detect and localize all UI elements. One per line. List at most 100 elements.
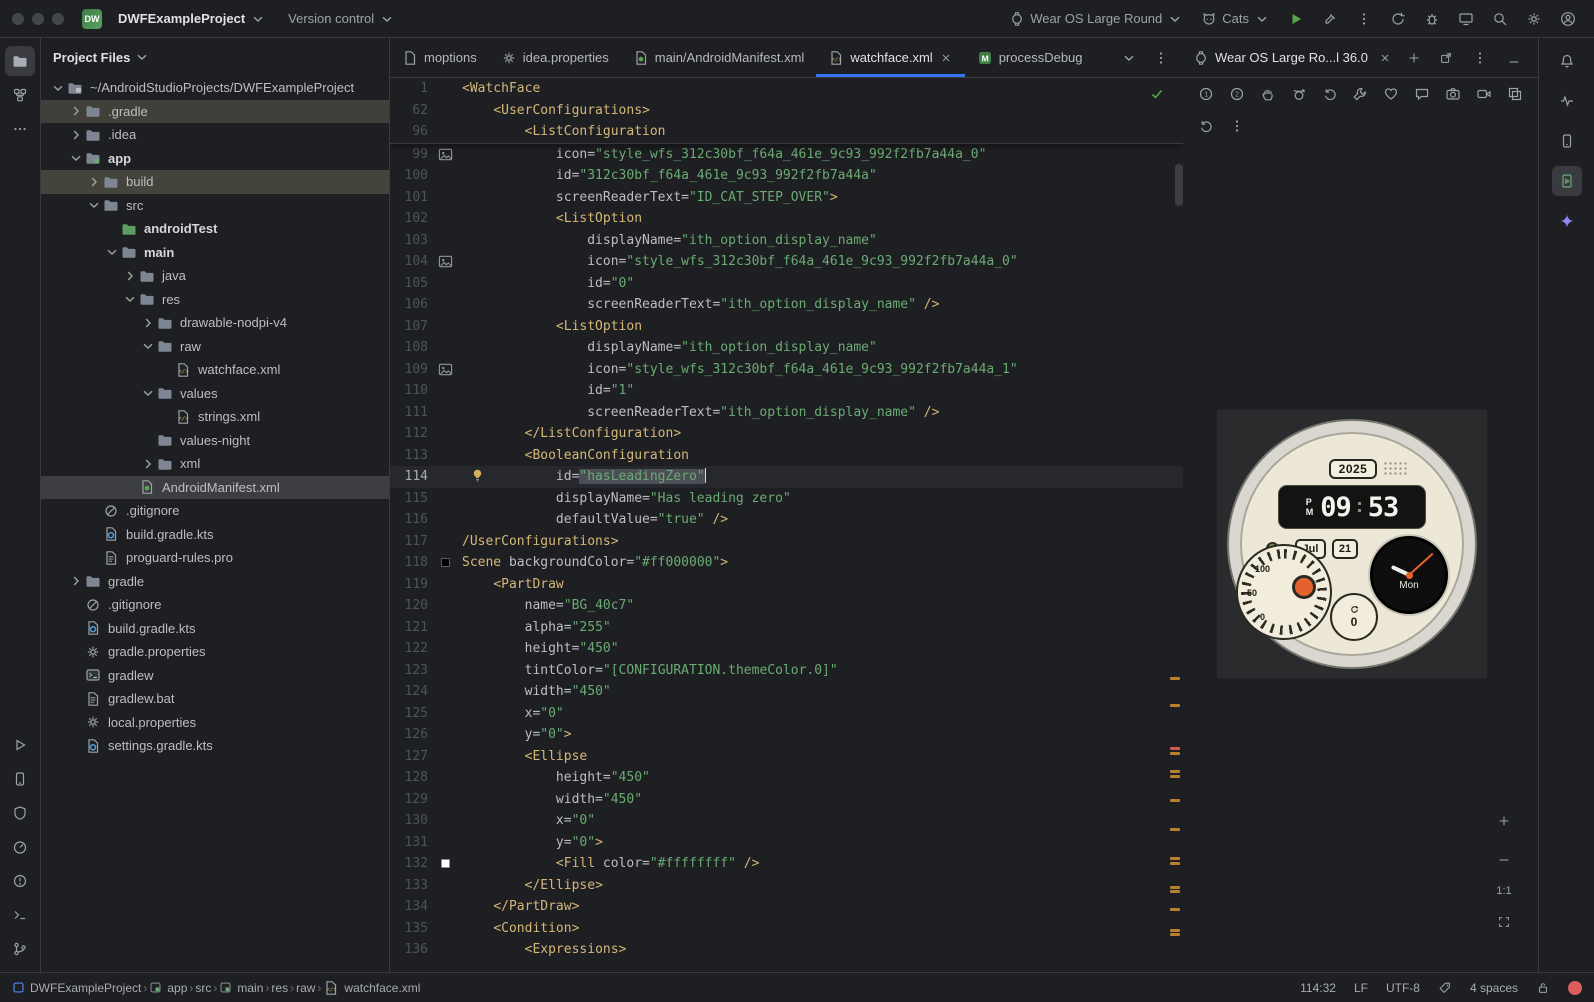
tree-item-watchface-xml[interactable]: </> watchface.xml xyxy=(41,358,389,382)
breadcrumb-src[interactable]: src xyxy=(195,981,211,995)
code-line-135[interactable]: 135 <Condition> xyxy=(390,918,1183,940)
error-stripe-mark[interactable] xyxy=(1170,933,1180,936)
profiler-wave-icon[interactable] xyxy=(1552,86,1582,116)
tree-item-proguard-rules-pro[interactable]: proguard-rules.pro xyxy=(41,546,389,570)
project-folder-icon[interactable] xyxy=(5,46,35,76)
line-separator[interactable]: LF xyxy=(1354,981,1368,995)
error-stripe-mark[interactable] xyxy=(1170,886,1180,889)
code-line-115[interactable]: 115 displayName="Has leading zero" xyxy=(390,488,1183,510)
gemini-icon[interactable] xyxy=(1552,206,1582,236)
hide-panel-icon[interactable] xyxy=(1500,44,1528,72)
code-line-102[interactable]: 102 <ListOption xyxy=(390,208,1183,230)
tab-idea-properties[interactable]: idea.properties xyxy=(489,38,621,77)
lock-icon[interactable] xyxy=(1536,981,1550,995)
image-gutter-icon[interactable] xyxy=(434,144,456,166)
image-gutter-icon[interactable] xyxy=(434,251,456,273)
code-line-126[interactable]: 126 y="0"> xyxy=(390,724,1183,746)
code-line-125[interactable]: 125 x="0" xyxy=(390,703,1183,725)
tree-item-gitignore[interactable]: .gitignore xyxy=(41,499,389,523)
tree-item-build-gradle-kts[interactable]: build.gradle.kts xyxy=(41,523,389,547)
tree-item-androidtest[interactable]: androidTest xyxy=(41,217,389,241)
error-stripe-mark[interactable] xyxy=(1170,775,1180,778)
code-line-130[interactable]: 130 x="0" xyxy=(390,810,1183,832)
tab-main-androidmanifest-xml[interactable]: main/AndroidManifest.xml xyxy=(621,38,817,77)
tree-item-xml[interactable]: xml xyxy=(41,452,389,476)
breadcrumb-res[interactable]: res xyxy=(271,981,288,995)
tree-item-gradlew[interactable]: gradlew xyxy=(41,664,389,688)
notifications-icon[interactable] xyxy=(1552,46,1582,76)
tree-item-res[interactable]: res xyxy=(41,288,389,312)
terminal-icon[interactable] xyxy=(5,900,35,930)
profiler-icon[interactable] xyxy=(5,832,35,862)
code-line-129[interactable]: 129 width="450" xyxy=(390,789,1183,811)
camera-icon[interactable] xyxy=(1442,83,1464,105)
code-line-62[interactable]: 62 <UserConfigurations> xyxy=(390,100,1183,122)
chevron-right-icon[interactable] xyxy=(67,103,84,119)
code-line-113[interactable]: 113 <BooleanConfiguration xyxy=(390,445,1183,467)
error-stripe-mark[interactable] xyxy=(1170,929,1180,932)
zoom-in-button[interactable] xyxy=(1490,807,1518,835)
code-line-100[interactable]: 100 id="312c30bf_f64a_461e_9c93_992f2fb7… xyxy=(390,165,1183,187)
tree-item-local-properties[interactable]: local.properties xyxy=(41,711,389,735)
code-line-96[interactable]: 96 <ListConfiguration xyxy=(390,121,1183,143)
error-indicator[interactable] xyxy=(1568,980,1582,995)
version-control-menu[interactable]: Version control xyxy=(282,8,401,30)
tab-processdebug[interactable]: MprocessDebug xyxy=(965,38,1095,77)
more-horizontal-icon[interactable] xyxy=(5,114,35,144)
breadcrumb-main[interactable]: main xyxy=(219,981,263,995)
error-stripe-mark[interactable] xyxy=(1170,770,1180,773)
tab-moptions[interactable]: moptions xyxy=(390,38,489,77)
breadcrumb-app[interactable]: app xyxy=(149,981,187,995)
more-vertical-icon[interactable] xyxy=(1350,5,1378,33)
build-icon[interactable] xyxy=(1316,5,1344,33)
error-stripe-mark[interactable] xyxy=(1170,862,1180,865)
more-vertical-icon[interactable] xyxy=(1466,44,1494,72)
indent-setting[interactable]: 4 spaces xyxy=(1470,981,1518,995)
code-line-131[interactable]: 131 y="0"> xyxy=(390,832,1183,854)
tree-item-strings-xml[interactable]: </> strings.xml xyxy=(41,405,389,429)
tree-item-drawable-nodpi-v4[interactable]: drawable-nodpi-v4 xyxy=(41,311,389,335)
tree-item-gradlew-bat[interactable]: gradlew.bat xyxy=(41,687,389,711)
code-line-124[interactable]: 124 width="450" xyxy=(390,681,1183,703)
breadcrumb-watchface-xml[interactable]: </> watchface.xml xyxy=(323,980,420,996)
swatch-black-gutter-icon[interactable] xyxy=(434,552,456,574)
code-line-132[interactable]: 132 <Fill color="#ffffffff" /> xyxy=(390,853,1183,875)
tree-item-raw[interactable]: raw xyxy=(41,335,389,359)
tree-item-settings-gradle-kts[interactable]: settings.gradle.kts xyxy=(41,734,389,758)
code-line-136[interactable]: 136 <Expressions> xyxy=(390,939,1183,961)
tilt-icon[interactable] xyxy=(1288,83,1310,105)
error-stripe-mark[interactable] xyxy=(1170,747,1180,750)
tree-item-gitignore[interactable]: .gitignore xyxy=(41,593,389,617)
run-configuration-selector[interactable]: Cats xyxy=(1195,8,1276,30)
window-controls[interactable] xyxy=(12,12,64,25)
code-line-101[interactable]: 101 screenReaderText="ID_CAT_STEP_OVER"> xyxy=(390,187,1183,209)
chevron-down-icon[interactable] xyxy=(103,244,120,260)
code-line-103[interactable]: 103 displayName="ith_option_display_name… xyxy=(390,230,1183,252)
file-encoding[interactable]: UTF-8 xyxy=(1386,981,1420,995)
code-line-121[interactable]: 121 alpha="255" xyxy=(390,617,1183,639)
code-line-104[interactable]: 104 icon="style_wfs_312c30bf_f64a_461e_9… xyxy=(390,251,1183,273)
code-line-111[interactable]: 111 screenReaderText="ith_option_display… xyxy=(390,402,1183,424)
project-panel-header[interactable]: Project Files xyxy=(41,38,389,76)
device-screen[interactable]: 2025 PM 09 53 Jul 21 Mon 100 50 0 0 xyxy=(1217,410,1487,678)
profiler-bug-icon[interactable] xyxy=(1418,5,1446,33)
error-stripe-mark[interactable] xyxy=(1170,677,1180,680)
zoom-out-button[interactable] xyxy=(1490,846,1518,874)
chevron-right-icon[interactable] xyxy=(67,573,84,589)
chevron-right-icon[interactable] xyxy=(139,456,156,472)
editor[interactable]: 1 <WatchFace 62 <UserConfigurations> 96 <Li… xyxy=(390,78,1183,972)
close-device-tab-icon[interactable] xyxy=(1374,44,1397,72)
app-inspection-icon[interactable] xyxy=(5,798,35,828)
image-gutter-icon[interactable] xyxy=(434,359,456,381)
error-stripe-mark[interactable] xyxy=(1170,799,1180,802)
tree-item-build-gradle-kts[interactable]: build.gradle.kts xyxy=(41,617,389,641)
code-line-119[interactable]: 119 <PartDraw xyxy=(390,574,1183,596)
code-line-110[interactable]: 110 id="1" xyxy=(390,380,1183,402)
device-selector[interactable]: Wear OS Large Round xyxy=(1003,8,1189,30)
tree-item-app[interactable]: app xyxy=(41,147,389,171)
device-explorer-icon[interactable] xyxy=(1552,126,1582,156)
version-control-icon[interactable] xyxy=(5,934,35,964)
device-tab-title[interactable]: Wear OS Large Ro...l 36.0 xyxy=(1215,50,1368,65)
error-stripe-mark[interactable] xyxy=(1170,704,1180,707)
chevron-down-icon[interactable] xyxy=(121,291,138,307)
